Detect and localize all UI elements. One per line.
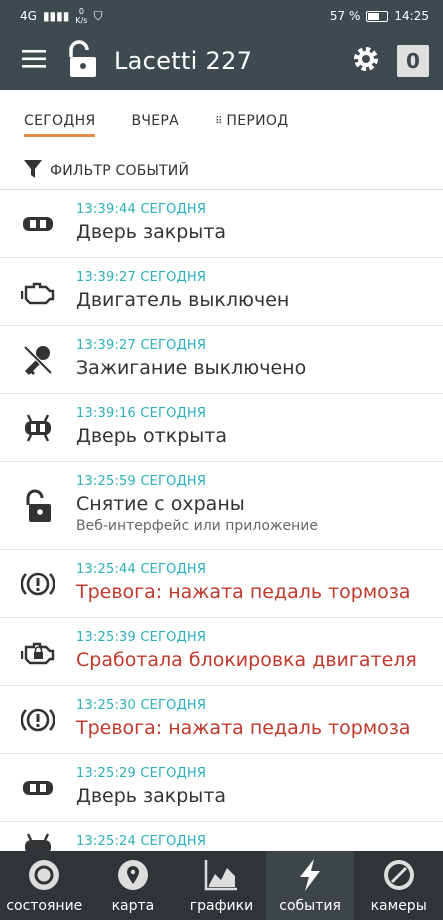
event-time: 13:39:27 СЕГОДНЯ [76,270,207,285]
event-list: 13:39:44 СЕГОДНЯ Дверь закрыта 13:39:27 С… [0,190,443,862]
event-label: Снятие с охраны [76,493,245,515]
engine-lock-icon [0,639,76,665]
event-sublabel: Веб-интерфейс или приложение [76,518,318,534]
event-time: 13:25:44 СЕГОДНЯ [76,562,207,577]
menu-icon[interactable] [22,49,48,73]
status-bar: 4G ▮▮▮▮ 0 K/s ⛉ 57 % 14:25 [0,0,443,32]
event-row[interactable]: 13:25:44 СЕГОДНЯ Тревога: нажата педаль т… [0,550,443,618]
event-time: 13:25:30 СЕГОДНЯ [76,698,207,713]
nav-charts-label: графики [189,897,254,914]
notification-counter[interactable]: 0 [397,45,429,77]
speed-value: 0 [78,7,84,16]
event-time: 13:25:29 СЕГОДНЯ [76,766,207,781]
event-label: Тревога: нажата педаль тормоза [76,717,411,739]
nav-status[interactable]: состояние [0,851,89,920]
event-row[interactable]: 13:25:59 СЕГОДНЯ Снятие с охраны Веб-интер… [0,462,443,550]
tab-today-label: СЕГОДНЯ [24,113,96,129]
lightning-icon [295,858,325,896]
tab-period-label: ПЕРИОД [226,113,289,129]
tab-yesterday-label: ВЧЕРА [131,113,180,129]
event-label: Двигатель выключен [76,289,290,311]
event-row[interactable]: 13:39:44 СЕГОДНЯ Дверь закрыта [0,190,443,258]
map-pin-icon [116,858,150,896]
event-label: Дверь открыта [76,425,227,447]
filter-icon [24,159,42,183]
brake-alert-icon [0,705,76,735]
signal-label: 4G [20,9,37,23]
shield-icon: ⛉ [93,8,103,23]
event-time: 13:39:16 СЕГОДНЯ [76,406,207,421]
nav-events-label: события [279,897,341,914]
event-row[interactable]: 13:39:27 СЕГОДНЯ Двигатель выключен [0,258,443,326]
brake-alert-icon [0,569,76,599]
engine-icon [0,279,76,305]
nav-map[interactable]: карта [89,851,178,920]
bottom-navigation: состояние карта графики события камеры [0,851,443,920]
battery-percent: 57 % [329,9,361,23]
nav-map-label: карта [111,897,155,914]
unlock-icon [0,489,76,523]
nav-cameras-label: камеры [370,897,427,914]
event-label: Дверь закрыта [76,785,227,807]
filter-label: ФИЛЬТР СОБЫТИЙ [50,162,190,179]
tab-yesterday[interactable]: ВЧЕРА [131,107,179,135]
event-label: Тревога: нажата педаль тормоза [76,581,411,603]
grid-icon: ⠿ [215,115,222,127]
event-time: 13:25:24 СЕГОДНЯ [76,834,207,849]
car-icon [0,214,76,234]
event-filter[interactable]: ФИЛЬТР СОБЫТИЙ [0,152,443,190]
network-speed: 0 K/s [75,7,87,25]
event-row[interactable]: 13:25:30 СЕГОДНЯ Тревога: нажата педаль т… [0,686,443,754]
app-bar: Lacetti 227 0 [0,32,443,90]
app-title: Lacetti 227 [114,47,253,75]
event-label: Дверь закрыта [76,221,227,243]
nav-status-label: состояние [6,897,83,914]
event-label: Зажигание выключено [76,357,307,379]
status-icon [27,858,61,896]
event-row[interactable]: 13:25:29 СЕГОДНЯ Дверь закрыта [0,754,443,822]
speed-unit: K/s [75,16,88,25]
car-doors-open-icon [0,413,76,442]
car-icon [0,778,76,798]
signal-icon: ▮▮▮▮ [42,9,70,23]
gear-icon[interactable] [351,44,381,78]
chart-icon [203,858,239,896]
battery-icon [366,10,389,22]
event-row[interactable]: 13:39:27 СЕГОДНЯ Зажигание выключено [0,326,443,394]
event-time: 13:39:44 СЕГОДНЯ [76,202,207,217]
date-tabs: СЕГОДНЯ ВЧЕРА ⠿ ПЕРИОД [0,90,443,152]
nav-cameras[interactable]: камеры [354,851,443,920]
key-off-icon [0,343,76,377]
event-time: 13:39:27 СЕГОДНЯ [76,338,207,353]
clock: 14:25 [394,9,429,23]
event-row[interactable]: 13:39:16 СЕГОДНЯ Дверь открыта [0,394,443,462]
event-label: Сработала блокировка двигателя [76,649,417,671]
camera-icon [382,858,416,896]
nav-events[interactable]: события [265,851,355,920]
tab-today[interactable]: СЕГОДНЯ [24,107,96,137]
unlock-icon[interactable] [64,40,98,82]
event-row[interactable]: 13:25:39 СЕГОДНЯ Сработала блокировка дви… [0,618,443,686]
nav-charts[interactable]: графики [177,851,266,920]
event-time: 13:25:59 СЕГОДНЯ [76,474,207,489]
event-time: 13:25:39 СЕГОДНЯ [76,630,207,645]
tab-period[interactable]: ⠿ ПЕРИОД [215,107,288,135]
